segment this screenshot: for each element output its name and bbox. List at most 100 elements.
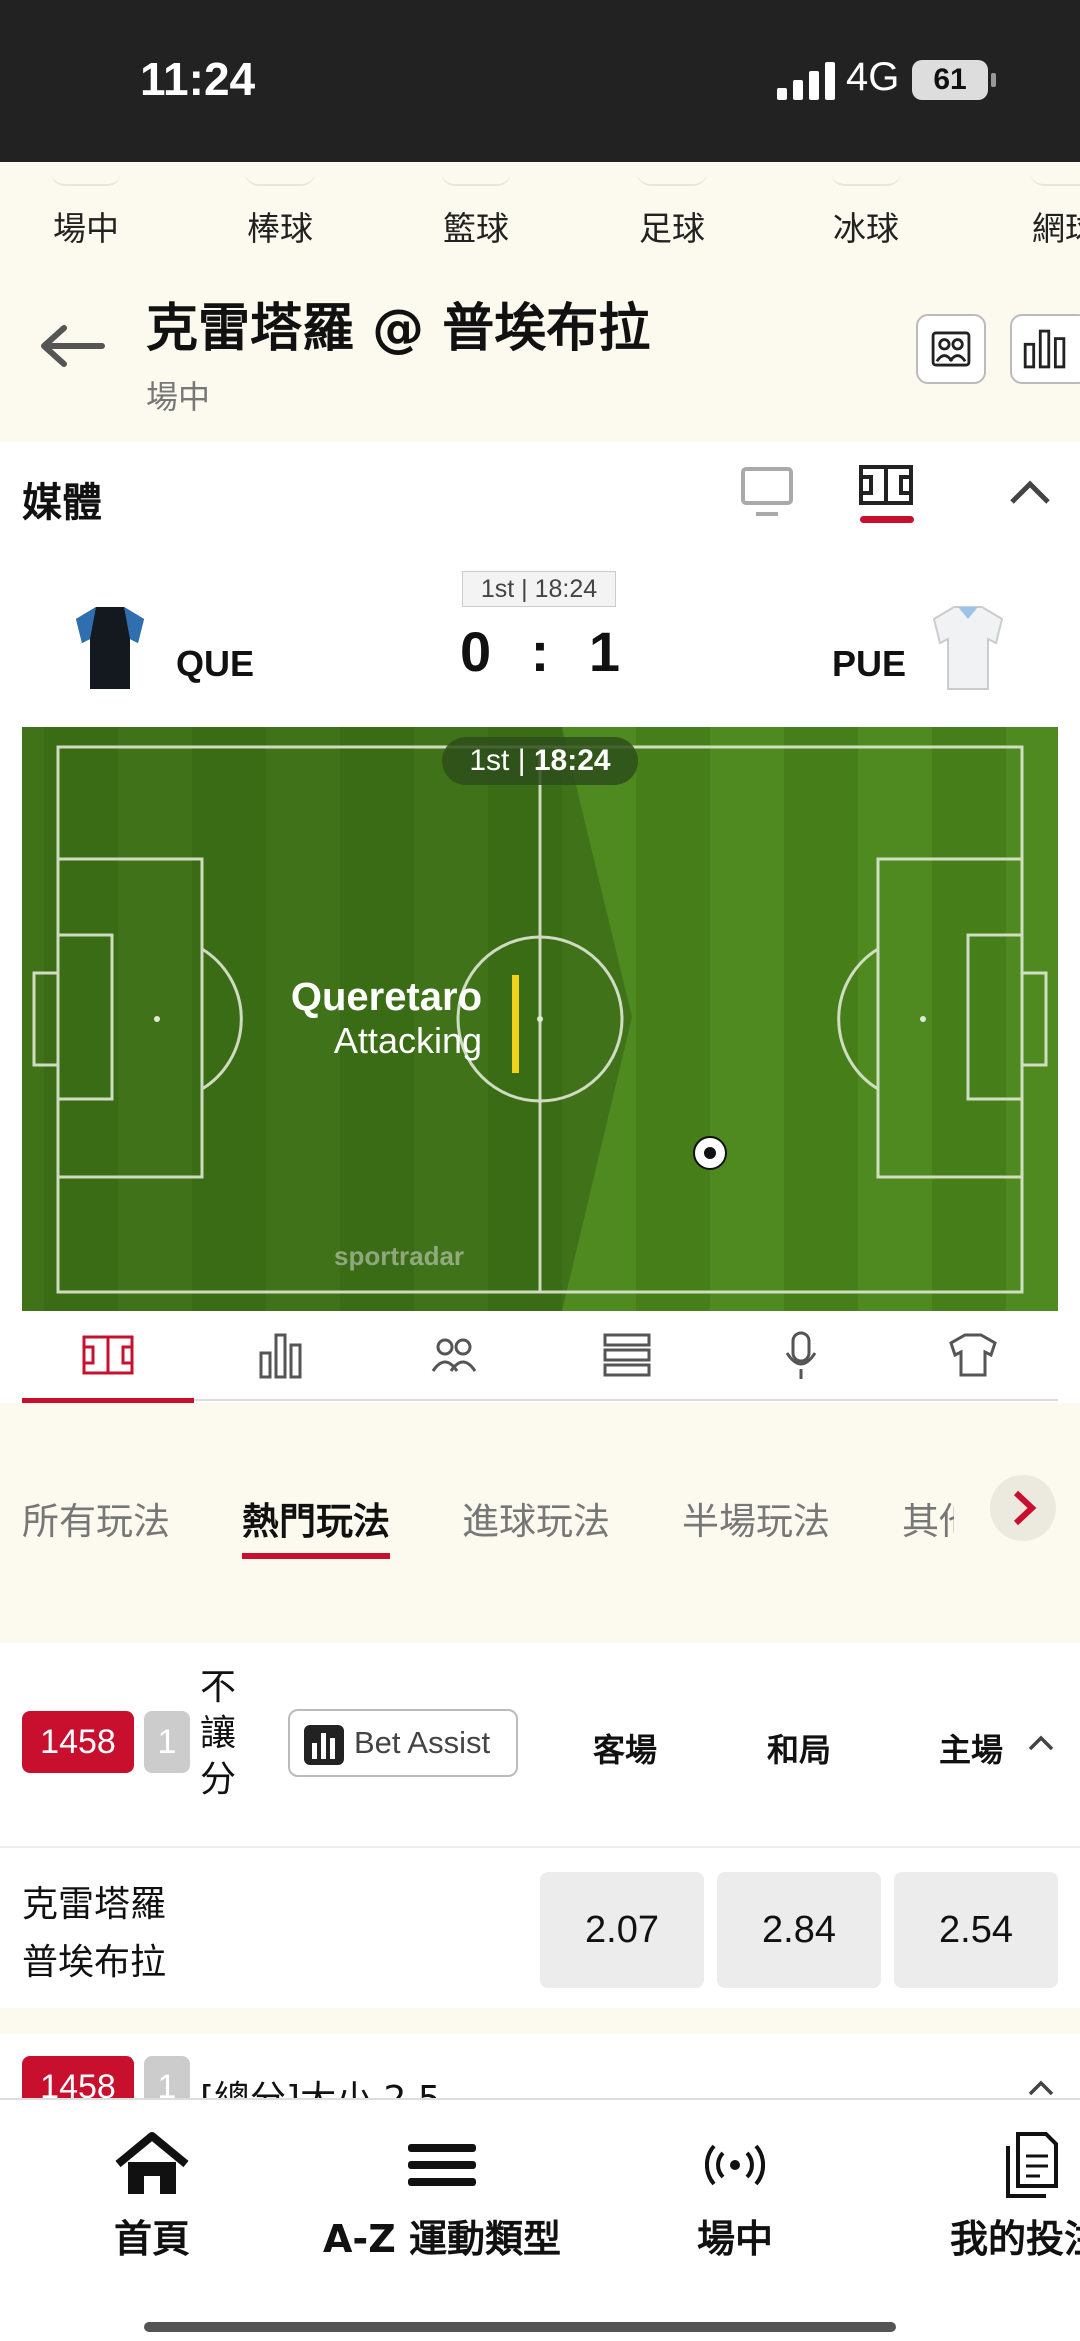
documents-icon xyxy=(1006,2132,1058,2198)
scoreboard: 1st | 18:24 QUE 0 : 1 PUE xyxy=(0,547,1080,727)
bar-chart-icon xyxy=(1023,329,1066,369)
sport-nav-item-live[interactable]: 場中 xyxy=(11,172,161,250)
team-icon xyxy=(431,1338,477,1372)
home-indicator xyxy=(144,2322,896,2332)
pitch-icon xyxy=(82,1335,134,1375)
microphone-icon xyxy=(785,1331,817,1379)
market-filter-tabs: 所有玩法 熱門玩法 進球玩法 半場玩法 其他 xyxy=(0,1455,1080,1565)
odds-row: 克雷塔羅 普埃布拉 2.07 2.84 2.54 xyxy=(0,1848,1080,2008)
nav-az-sports[interactable]: A-Z 運動類型 xyxy=(322,2130,562,2263)
odds-button-home[interactable]: 2.54 xyxy=(894,1872,1058,1988)
lineups-button[interactable] xyxy=(916,314,986,384)
home-icon xyxy=(115,2132,189,2194)
sport-nav-label: 足球 xyxy=(639,209,705,248)
column-home: 主場 xyxy=(938,1731,1003,1769)
tab-stats[interactable] xyxy=(195,1311,367,1401)
tab-lineups[interactable] xyxy=(368,1311,540,1401)
chevron-up-icon[interactable] xyxy=(1028,1735,1054,1751)
sport-nav-item-baseball[interactable]: 棒球 xyxy=(205,172,355,250)
jersey-icon xyxy=(949,1333,997,1377)
sport-nav-item-basketball[interactable]: 籃球 xyxy=(401,172,551,250)
status-bar: 11:24 4G 61 xyxy=(0,0,1080,162)
active-view-indicator xyxy=(860,516,914,523)
nav-live-label: 場中 xyxy=(696,2217,773,2261)
home-score: 0 xyxy=(459,620,492,683)
chevron-up-icon[interactable] xyxy=(1028,2080,1054,2096)
tab-commentary[interactable] xyxy=(714,1311,886,1401)
network-type: 4G xyxy=(846,55,900,99)
market-id-badge: 1458 xyxy=(22,1711,134,1773)
media-label: 媒體 xyxy=(22,480,102,526)
row-teams: 克雷塔羅 普埃布拉 xyxy=(22,1876,166,1992)
match-period: 1st | 18:24 xyxy=(462,571,616,607)
home-team-abbr: QUE xyxy=(176,643,255,684)
row-team-2: 普埃布拉 xyxy=(22,1942,167,1983)
bottom-nav: 首頁 A-Z 運動類型 場中 我的投注 xyxy=(0,2098,1080,2341)
away-score: 1 xyxy=(588,620,621,683)
nav-my-bets[interactable]: 我的投注 xyxy=(950,2130,1080,2263)
sport-nav-label: 棒球 xyxy=(247,209,313,248)
market-header: 1458 1 不讓分 Bet Assist 客場 和局 主場 xyxy=(0,1643,1080,1848)
tab-popular-markets[interactable]: 熱門玩法 xyxy=(242,1491,390,1559)
tab-pitch[interactable] xyxy=(22,1311,194,1403)
market-count-badge: 1 xyxy=(144,2056,190,2104)
market-name: 不讓分 xyxy=(200,1667,237,1800)
attacking-team: Queretaro xyxy=(290,975,482,1019)
row-team-1: 克雷塔羅 xyxy=(22,1884,167,1925)
chevron-right-icon xyxy=(1013,1490,1037,1526)
attack-status: Attacking xyxy=(333,1020,482,1061)
sport-nav-label: 場中 xyxy=(53,209,119,248)
tab-other-markets[interactable]: 其他 xyxy=(902,1491,954,1545)
nav-live[interactable]: 場中 xyxy=(680,2130,790,2263)
column-away: 客場 xyxy=(592,1731,657,1769)
media-bar: 媒體 xyxy=(0,442,1080,547)
match-tracker-pitch: 1st | 18:24 Queretaro Attacking sportrad… xyxy=(22,727,1058,1311)
tv-icon[interactable] xyxy=(740,466,794,518)
live-broadcast-icon xyxy=(705,2144,765,2186)
signal-icon xyxy=(777,62,835,100)
tab-half-markets[interactable]: 半場玩法 xyxy=(682,1491,830,1545)
sport-nav-label: 網球 xyxy=(1032,209,1080,248)
page-subtitle: 場中 xyxy=(146,378,211,416)
market-count-badge: 1 xyxy=(144,1711,190,1773)
status-time: 11:24 xyxy=(140,53,256,105)
bar-chart-icon xyxy=(259,1333,302,1379)
bet-assist-button[interactable]: Bet Assist xyxy=(288,1709,518,1777)
attack-indicator: Queretaro Attacking xyxy=(182,975,482,1062)
pitch-view-icon[interactable] xyxy=(858,464,914,506)
pitch-clock: 1st | 18:24 xyxy=(469,744,611,777)
sport-nav-item-hockey[interactable]: 冰球 xyxy=(791,172,941,250)
nav-home-label: 首頁 xyxy=(113,2217,190,2261)
pitch-period: 1st xyxy=(469,744,510,777)
bar-chart-icon xyxy=(304,1725,344,1765)
list-icon xyxy=(603,1333,651,1377)
sport-nav-label: 冰球 xyxy=(833,209,899,248)
tab-all-markets[interactable]: 所有玩法 xyxy=(22,1491,170,1545)
market-header-2: 1458 1 [總分]大小 2.5 xyxy=(0,2034,1080,2104)
event-header: 克雷塔羅 @ 普埃布拉 場中 xyxy=(0,272,1080,442)
menu-icon xyxy=(408,2144,476,2186)
tab-goal-markets[interactable]: 進球玩法 xyxy=(462,1491,610,1545)
sport-nav-item-soccer[interactable]: 足球 xyxy=(597,172,747,250)
tab-timeline[interactable] xyxy=(541,1311,713,1401)
sport-nav: 場中 棒球 籃球 足球 冰球 網球 xyxy=(0,162,1080,272)
sport-nav-item-tennis[interactable]: 網球 xyxy=(990,172,1080,250)
page-title: 克雷塔羅 @ 普埃布拉 xyxy=(146,299,651,359)
home-jersey-icon xyxy=(76,607,144,689)
stats-button[interactable] xyxy=(1010,314,1080,384)
odds-button-away[interactable]: 2.07 xyxy=(540,1872,704,1988)
odds-button-draw[interactable]: 2.84 xyxy=(717,1872,881,1988)
sport-nav-label: 籃球 xyxy=(443,209,509,248)
bet-assist-label: Bet Assist xyxy=(354,1725,491,1760)
nav-my-bets-label: 我的投注 xyxy=(950,2217,1080,2261)
nav-home[interactable]: 首頁 xyxy=(100,2130,204,2263)
back-arrow-icon[interactable] xyxy=(40,324,106,368)
battery-icon: 61 xyxy=(912,60,996,100)
chevron-up-icon[interactable] xyxy=(1008,478,1052,506)
pitch-clock-time: 18:24 xyxy=(533,744,611,777)
tracker-tabs xyxy=(22,1311,1059,1403)
pitch-graphic xyxy=(22,727,1058,1311)
away-team-abbr: PUE xyxy=(832,643,907,684)
scroll-right-button[interactable] xyxy=(990,1475,1056,1541)
tab-kits[interactable] xyxy=(887,1311,1059,1401)
